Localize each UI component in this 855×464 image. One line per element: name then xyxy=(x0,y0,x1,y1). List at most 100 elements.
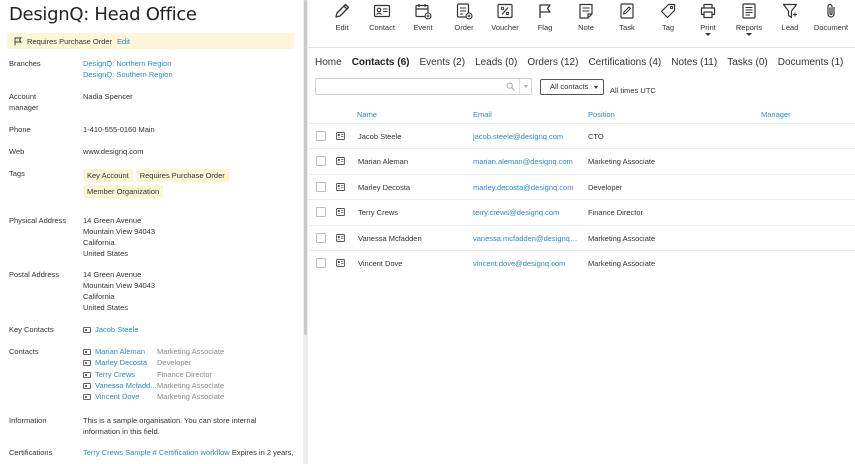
list-item: Vanessa Mcfadd...Marketing Associate xyxy=(83,380,224,391)
address-line: 14 Green Avenue xyxy=(83,216,142,225)
postal-address: 14 Green Avenue Mountain View 94043 Cali… xyxy=(83,269,155,313)
tab-events[interactable]: Events (2) xyxy=(419,57,465,68)
certification-link[interactable]: Terry Crews Sample # Certification workf… xyxy=(83,448,230,457)
information-line: information in this field. xyxy=(83,427,160,436)
web-label: Web xyxy=(9,147,25,156)
account-manager-label: Account manager xyxy=(9,91,39,113)
banner-text: Requires Purchase Order xyxy=(27,36,113,46)
column-header-position[interactable]: Position xyxy=(588,110,615,119)
search-icon[interactable] xyxy=(506,82,515,91)
contact-email-link[interactable]: vanessa.mcfadden@designq.com xyxy=(473,234,578,243)
printer-icon xyxy=(700,3,716,19)
contact-link[interactable]: Terry Crews xyxy=(95,369,157,380)
contact-email-link[interactable]: marian.aleman@designq.com xyxy=(473,157,578,166)
key-contact-link[interactable]: Jacob Steele xyxy=(95,325,138,334)
contact-email-link[interactable]: marley.decosta@designq.com xyxy=(473,183,578,192)
address-line: Mountain View 94043 xyxy=(83,227,155,236)
table-row[interactable]: Vincent Dove vincent.dove@designq.com Mark… xyxy=(308,250,855,275)
left-panel-scroll-thumb[interactable] xyxy=(304,0,307,335)
contact-card-icon xyxy=(83,382,91,389)
add-document-button[interactable]: Document xyxy=(807,0,855,32)
address-line: United States xyxy=(83,249,129,258)
address-line: California xyxy=(83,238,115,247)
contact-email-link[interactable]: terry.crews@designq.com xyxy=(473,208,578,217)
search-input[interactable] xyxy=(316,79,501,94)
list-item: Marian Aleman Marketing Associate xyxy=(83,346,224,357)
tab-documents[interactable]: Documents (1) xyxy=(778,57,844,68)
contact-name[interactable]: Vanessa Mcfadden xyxy=(358,234,422,243)
table-row[interactable]: Jacob Steele jacob.steele@designq.com CTO xyxy=(308,123,855,148)
contact-link[interactable]: Marley Decosta xyxy=(95,357,157,368)
contact-name[interactable]: Marley Decosta xyxy=(358,183,410,192)
contact-link[interactable]: Vanessa Mcfadd... xyxy=(95,380,157,391)
contact-position: Finance Director xyxy=(157,369,213,379)
reports-icon xyxy=(742,3,756,19)
contact-card-icon xyxy=(83,371,91,378)
percent-voucher-icon xyxy=(497,3,513,19)
contact-email-link[interactable]: jacob.steele@designq.com xyxy=(473,132,578,141)
contact-card-icon xyxy=(83,349,91,355)
row-checkbox[interactable] xyxy=(316,181,326,192)
contact-email-link[interactable]: vincent.dove@designq.com xyxy=(473,259,578,268)
contacts-label: Contacts xyxy=(9,347,39,356)
row-checkbox[interactable] xyxy=(316,232,326,243)
contact-filter-select[interactable]: All contacts xyxy=(540,79,604,95)
record-tabs: Home Contacts (6) Events (2) Leads (0) Order… xyxy=(315,57,853,68)
certifications-value: Terry Crews Sample # Certification workf… xyxy=(83,447,294,458)
tab-notes[interactable]: Notes (11) xyxy=(671,57,717,68)
contact-name[interactable]: Jacob Steele xyxy=(358,132,401,141)
tab-contacts[interactable]: Contacts (6) xyxy=(352,57,410,68)
table-row[interactable]: Marian Aleman marian.aleman@designq.com Ma… xyxy=(308,148,855,173)
tag-badge[interactable]: Requires Purchase Order xyxy=(135,169,229,182)
tags-label: Tags xyxy=(9,169,25,178)
tag-badge[interactable]: Member Organization xyxy=(83,185,164,198)
tab-leads[interactable]: Leads (0) xyxy=(475,57,517,68)
search-box xyxy=(315,78,532,95)
table-row[interactable]: Vanessa Mcfadden vanessa.mcfadden@designq… xyxy=(308,224,855,250)
row-checkbox[interactable] xyxy=(316,258,326,268)
row-checkbox[interactable] xyxy=(316,131,326,141)
tab-orders[interactable]: Orders (12) xyxy=(527,57,578,68)
funnel-icon xyxy=(782,3,798,19)
table-row[interactable]: Marley Decosta marley.decosta@designq.com… xyxy=(308,173,855,199)
table-row[interactable]: Terry Crews terry.crews@designq.com Financ… xyxy=(308,199,855,224)
contact-position: Marketing Associate xyxy=(157,380,225,390)
information-text: This is a sample organisation. You can s… xyxy=(83,415,256,437)
tab-tasks[interactable]: Tasks (0) xyxy=(727,57,768,68)
row-checkbox[interactable] xyxy=(316,207,326,218)
certification-note: Expires in 2 years, xyxy=(231,448,294,457)
web-link[interactable]: www.designq.com xyxy=(83,146,143,157)
banner-edit-link[interactable]: Edit xyxy=(117,37,130,46)
contact-card-icon xyxy=(336,233,345,244)
contact-link[interactable]: Vincent Dove xyxy=(95,391,157,402)
tags-list: Key Account Requires Purchase Order Membe… xyxy=(83,169,283,201)
flag-icon xyxy=(539,4,551,18)
information-label: Information xyxy=(9,416,47,425)
account-manager-label-line: manager xyxy=(9,103,39,112)
branch-link[interactable]: DesignQ: Northern Region xyxy=(83,58,173,69)
contact-card-icon xyxy=(336,157,345,167)
search-options-dropdown[interactable] xyxy=(519,79,532,94)
contact-name[interactable]: Terry Crews xyxy=(358,208,398,217)
tag-badge[interactable]: Key Account xyxy=(83,169,133,182)
timezone-note: All times UTC xyxy=(610,86,656,95)
column-header-name[interactable]: Name xyxy=(357,110,377,119)
paperclip-icon xyxy=(827,3,835,18)
tab-home[interactable]: Home xyxy=(315,57,342,68)
toolbar-label: Document xyxy=(813,23,849,32)
contact-position: Marketing Associate xyxy=(588,157,656,167)
column-header-email[interactable]: Email xyxy=(473,110,492,119)
physical-address-label: Physical Address xyxy=(9,216,67,225)
tab-certifications[interactable]: Certifications (4) xyxy=(588,57,661,68)
contact-name[interactable]: Marian Aleman xyxy=(358,157,408,166)
account-manager-link[interactable]: Nadia Spencer xyxy=(83,91,133,102)
postal-address-label: Postal Address xyxy=(9,270,60,279)
contact-name[interactable]: Vincent Dove xyxy=(358,259,402,268)
contact-position: Marketing Associate xyxy=(157,392,225,402)
branch-link[interactable]: DesignQ: Southern Region xyxy=(83,69,173,80)
contact-link[interactable]: Marian Aleman xyxy=(95,346,157,357)
column-header-manager[interactable]: Manager xyxy=(761,110,791,119)
contact-card-icon xyxy=(83,360,91,367)
row-checkbox[interactable] xyxy=(316,156,326,167)
list-item: Marley Decosta Developer xyxy=(83,357,224,368)
